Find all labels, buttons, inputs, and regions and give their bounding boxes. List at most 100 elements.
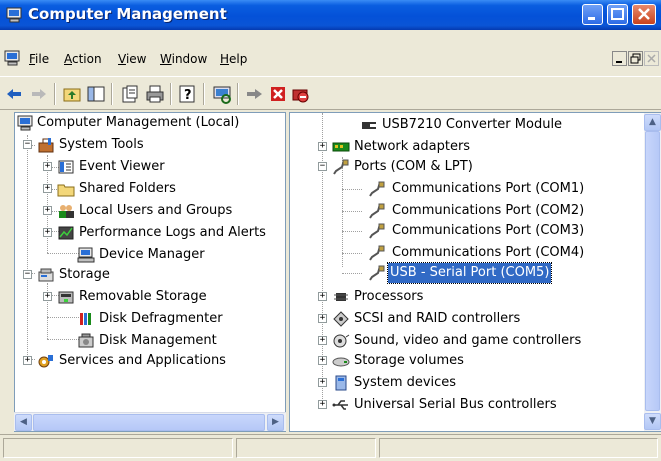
menu-help[interactable]: Help — [220, 52, 247, 66]
computer-management-window: Computer Management File Action View Win… — [0, 0, 661, 461]
tree-label: Services and Applications — [59, 353, 226, 368]
print-icon[interactable] — [145, 84, 165, 104]
tree-label: Sound, video and game controllers — [354, 333, 582, 348]
shared-folder-icon — [57, 184, 75, 197]
tree-label: Network adapters — [354, 139, 471, 154]
scrollbar-thumb[interactable] — [33, 414, 265, 431]
scroll-down-button[interactable]: ▼ — [644, 413, 661, 430]
port-connector-icon — [369, 223, 385, 239]
scan-hardware-icon[interactable] — [212, 84, 232, 104]
collapse-toggle[interactable]: − — [23, 140, 32, 149]
tree-label: System Tools — [59, 137, 144, 152]
usb-device-icon — [362, 122, 376, 129]
minimize-button[interactable] — [582, 4, 603, 25]
update-driver-icon[interactable] — [245, 84, 265, 104]
port-connector-icon — [369, 245, 385, 261]
status-panel — [379, 438, 658, 458]
expand-toggle[interactable]: + — [318, 378, 327, 387]
sound-icon — [333, 334, 350, 348]
menu-file[interactable]: File — [29, 52, 49, 66]
minimize-icon — [616, 61, 622, 63]
disable-device-icon[interactable] — [290, 84, 310, 104]
tree-label: Communications Port (COM2) — [392, 203, 585, 218]
tree-label: Storage — [59, 267, 110, 282]
restore-icon — [630, 53, 641, 64]
scroll-up-button[interactable]: ▲ — [644, 114, 661, 131]
forward-arrow-icon[interactable] — [29, 84, 49, 104]
tree-label: Computer Management (Local) — [37, 115, 240, 130]
expand-toggle[interactable]: + — [318, 336, 327, 345]
port-connector-icon — [369, 203, 385, 219]
uninstall-icon[interactable] — [268, 84, 288, 104]
expand-toggle[interactable]: + — [318, 356, 327, 365]
event-viewer-icon — [58, 160, 74, 174]
tree-label: System devices — [354, 375, 457, 390]
system-device-icon — [335, 375, 347, 391]
expand-toggle[interactable]: + — [318, 142, 327, 151]
show-hide-tree-icon[interactable] — [86, 84, 106, 104]
maximize-button[interactable] — [607, 4, 628, 25]
help-icon[interactable]: ? — [178, 84, 198, 104]
minimize-icon — [588, 17, 595, 20]
port-connector-icon — [333, 159, 349, 175]
expand-toggle[interactable]: + — [43, 206, 52, 215]
child-restore-button[interactable] — [628, 51, 643, 66]
collapse-toggle[interactable]: − — [23, 270, 32, 279]
expand-toggle[interactable]: + — [318, 292, 327, 301]
expand-toggle[interactable]: + — [43, 228, 52, 237]
tree-label: Local Users and Groups — [79, 203, 233, 218]
expand-toggle[interactable]: + — [23, 356, 32, 365]
storage-volume-icon — [332, 357, 350, 367]
device-tree-vertical-scrollbar[interactable]: ▲ ▼ — [644, 113, 661, 431]
status-bar — [0, 434, 661, 461]
child-close-button[interactable] — [644, 51, 659, 66]
mmc-document-icon[interactable] — [4, 50, 22, 66]
properties-icon[interactable] — [120, 84, 140, 104]
tree-label: Processors — [354, 289, 424, 304]
status-panel — [236, 438, 376, 458]
toolbox-icon — [38, 138, 54, 153]
expand-toggle[interactable]: + — [43, 162, 52, 171]
device-manager-icon — [77, 247, 95, 263]
expand-toggle[interactable]: + — [318, 400, 327, 409]
toolbar-separator — [54, 83, 56, 105]
disk-management-icon — [78, 333, 94, 348]
window-title: Computer Management — [28, 5, 227, 23]
device-tree-pane[interactable]: USB7210 Converter Module + Network adapt… — [289, 112, 661, 432]
scroll-right-button[interactable]: ▶ — [267, 414, 284, 431]
scroll-left-button[interactable]: ◀ — [15, 414, 32, 431]
menu-action[interactable]: Action — [64, 52, 102, 66]
expand-toggle[interactable]: + — [43, 184, 52, 193]
console-tree-pane[interactable]: Computer Management (Local) − System Too… — [14, 112, 286, 432]
tree-label: Communications Port (COM3) — [392, 223, 585, 238]
computer-management-icon — [6, 7, 22, 23]
expand-toggle[interactable]: + — [43, 292, 52, 301]
tree-label: SCSI and RAID controllers — [354, 311, 521, 326]
child-minimize-button[interactable] — [612, 51, 627, 66]
scsi-controller-icon — [333, 311, 349, 327]
title-bar[interactable]: Computer Management — [0, 0, 661, 30]
expand-toggle[interactable]: + — [318, 314, 327, 323]
tree-label-selected: USB - Serial Port (COM5) — [386, 262, 553, 284]
tree-horizontal-scrollbar[interactable]: ◀ ▶ — [14, 412, 286, 431]
port-connector-icon — [369, 181, 385, 197]
menu-window[interactable]: Window — [160, 52, 207, 66]
menu-bar: File Action View Window Help — [0, 47, 661, 71]
back-arrow-icon[interactable] — [4, 84, 24, 104]
tree-label: Removable Storage — [79, 289, 207, 304]
scrollbar-thumb[interactable] — [645, 131, 660, 411]
close-icon — [647, 54, 656, 63]
tree-label: Disk Management — [99, 333, 217, 348]
collapse-toggle[interactable]: − — [318, 162, 327, 171]
menu-view[interactable]: View — [118, 52, 146, 66]
toolbar-separator — [111, 83, 113, 105]
tree-label: Universal Serial Bus controllers — [354, 397, 557, 412]
tree-label: Device Manager — [99, 247, 205, 262]
toolbar: ? — [0, 76, 661, 110]
close-button[interactable] — [632, 4, 656, 25]
tree-label: Communications Port (COM4) — [392, 245, 585, 260]
up-folder-icon[interactable] — [62, 84, 82, 104]
status-panel — [3, 438, 233, 458]
close-icon — [638, 8, 650, 20]
storage-icon — [38, 268, 54, 282]
